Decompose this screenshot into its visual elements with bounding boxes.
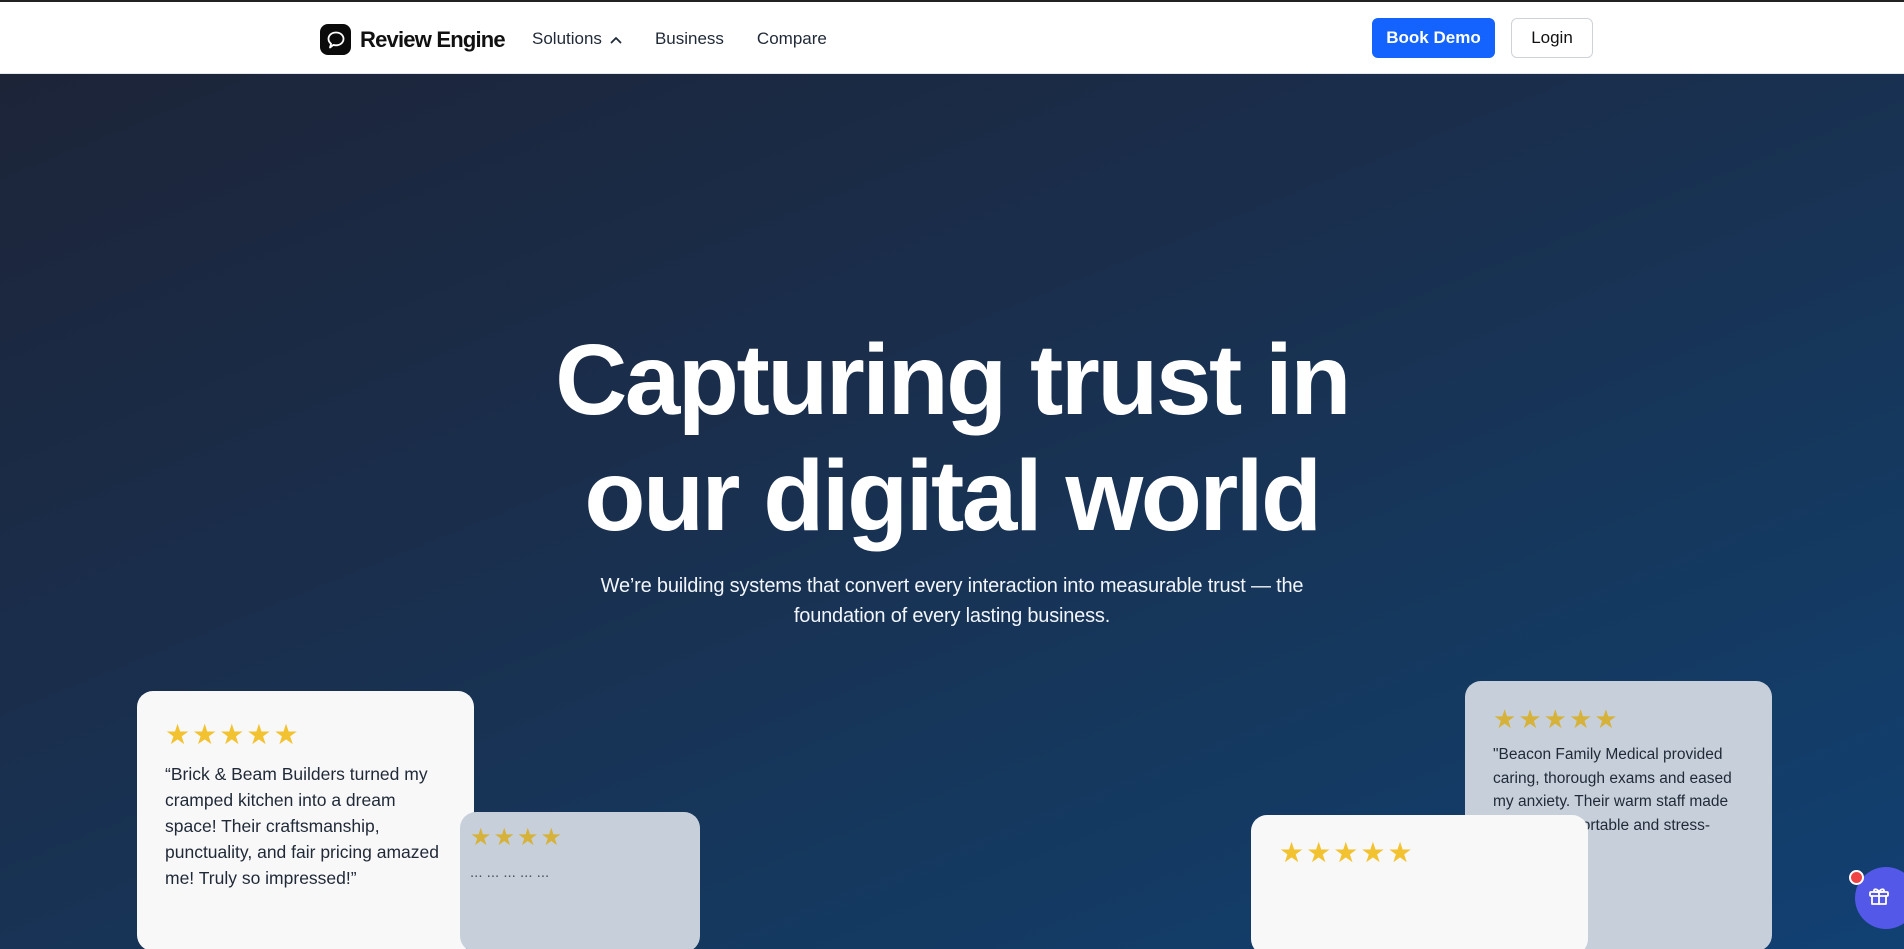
review-line: cramped kitchen into a dream: [165, 790, 396, 810]
star-icon: ★: [1387, 837, 1413, 868]
star-icon: ★: [246, 719, 272, 750]
star-icon: ★: [517, 824, 539, 851]
review-text: “Brick & Beam Builders turned my cramped…: [165, 761, 446, 891]
review-line: "Beacon Family Medical provided: [1493, 746, 1723, 763]
star-icon: ★: [219, 719, 245, 750]
review-line: space! Their craftsmanship,: [165, 816, 380, 836]
hero-title-line: our digital world: [584, 440, 1322, 552]
review-card: ★ ★ ★ ★ ★: [1251, 815, 1588, 949]
star-rating: ★ ★ ★ ★: [470, 824, 672, 852]
hero-title-line: Capturing trust in: [555, 324, 1351, 436]
brand-logo[interactable]: Review Engine: [320, 24, 506, 55]
star-icon: ★: [273, 719, 299, 750]
review-line: caring, thorough exams and eased: [1493, 769, 1732, 787]
nav-item-solutions[interactable]: Solutions: [532, 29, 622, 49]
star-icon: ★: [1543, 704, 1567, 734]
chevron-up-icon: [610, 29, 622, 49]
star-icon: ★: [1493, 704, 1517, 734]
nav-item-business[interactable]: Business: [655, 29, 724, 49]
star-icon: ★: [1594, 704, 1618, 734]
star-icon: ★: [1568, 704, 1593, 734]
star-icon: ★: [1518, 704, 1542, 734]
star-icon: ★: [1279, 837, 1305, 868]
star-icon: ★: [1333, 837, 1359, 868]
nav-item-label: Solutions: [532, 29, 602, 48]
star-rating: ★ ★ ★ ★ ★: [1493, 705, 1744, 733]
review-line: “Brick & Beam Builders turned my: [165, 764, 428, 784]
hero-title: Capturing trust in our digital world: [0, 322, 1904, 554]
review-card: ★ ★ ★ ★ ★ “Brick & Beam Builders turned my c…: [137, 691, 474, 949]
hero-subtitle-line: foundation of every lasting business.: [793, 605, 1111, 627]
star-icon: ★: [470, 824, 492, 851]
star-rating: ★ ★ ★ ★ ★: [165, 721, 446, 749]
review-line: my anxiety. Their warm staff made: [1493, 793, 1729, 810]
star-icon: ★: [1306, 837, 1332, 868]
nav-item-label: Compare: [756, 29, 827, 48]
review-line: ... ... ... ... ...: [470, 864, 550, 881]
review-line: punctuality, and fair pricing amazed: [165, 842, 439, 862]
star-icon: ★: [192, 719, 218, 750]
chat-bubble-icon: [320, 24, 351, 55]
review-card: ★ ★ ★ ★ ... ... ... ... ...: [460, 812, 700, 949]
star-icon: ★: [165, 719, 191, 750]
star-rating: ★ ★ ★ ★ ★: [1279, 839, 1560, 867]
star-icon: ★: [493, 824, 516, 851]
star-icon: ★: [1360, 837, 1386, 868]
notification-dot: [1849, 870, 1864, 885]
site-header: Review Engine Solutions Business Compare…: [0, 2, 1904, 74]
brand-name: Review Engine: [360, 26, 506, 52]
review-text: ... ... ... ... ...: [470, 860, 672, 886]
hero-subtitle-line: We’re building systems that convert ever…: [600, 575, 1304, 597]
hero-subtitle: We’re building systems that convert ever…: [582, 571, 1322, 631]
gift-icon: [1867, 884, 1891, 913]
login-button[interactable]: Login: [1511, 18, 1593, 58]
star-icon: ★: [540, 824, 563, 851]
book-demo-button[interactable]: Book Demo: [1372, 18, 1495, 58]
review-line: me! Truly so impressed!”: [165, 868, 357, 888]
nav-item-label: Business: [654, 29, 724, 48]
main-nav: Solutions Business Compare: [532, 29, 860, 49]
nav-item-compare[interactable]: Compare: [757, 29, 827, 49]
